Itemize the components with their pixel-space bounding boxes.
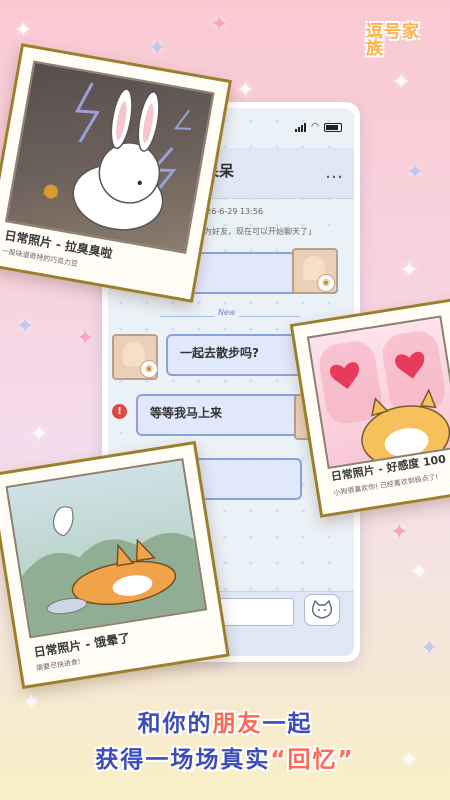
sparkle-icon: ✦ <box>16 314 35 339</box>
status-bar: ◠ <box>295 122 342 132</box>
tagline-line-2: 获得一场场真实“回忆” <box>0 742 450 778</box>
polaroid-photo <box>5 458 208 639</box>
sparkle-icon: ✦ <box>14 18 33 43</box>
message-bubble[interactable]: 等等我马上来 <box>136 394 302 436</box>
sparkle-icon: ✦ <box>420 636 439 661</box>
battery-icon <box>324 123 342 132</box>
polaroid-photo <box>306 315 450 470</box>
app-logo: 逗号家族 <box>366 16 436 66</box>
signal-icon <box>295 123 307 132</box>
pet-badge-icon: ◉ <box>317 274 335 292</box>
sparkle-icon: ✦ <box>76 326 95 351</box>
sparkle-icon: ✦ <box>148 36 167 61</box>
sparkle-icon: ✦ <box>210 12 229 37</box>
tagline-text: 获得一场场真实 <box>95 747 271 773</box>
tagline-highlight: “回忆” <box>270 747 355 773</box>
wifi-icon: ◠ <box>311 122 319 132</box>
pet-badge-icon: ◉ <box>140 360 158 378</box>
sparkle-icon: ✦ <box>406 160 425 185</box>
message-text: 等等我马上来 <box>150 406 223 420</box>
message-text: 一起去散步吗? <box>180 346 259 360</box>
tagline-text: 一起 <box>262 711 313 737</box>
sparkle-icon: ✦ <box>410 560 429 585</box>
tagline-line-1: 和你的朋友一起 <box>0 706 450 742</box>
sparkle-icon: ✦ <box>390 520 409 545</box>
sparkle-icon: ✦ <box>30 422 49 447</box>
sparkle-icon: ✦ <box>400 258 419 283</box>
divider-label: New <box>214 308 240 317</box>
polaroid-card[interactable]: 日常照片 - 拉臭臭啦 一股味道奇特的巧克力豆 <box>0 43 232 303</box>
cat-face-icon[interactable] <box>304 594 340 626</box>
logo-text: 逗号家族 <box>366 22 420 59</box>
tagline: 和你的朋友一起 获得一场场真实“回忆” <box>0 706 450 778</box>
sparkle-icon: ✦ <box>236 78 255 103</box>
polaroid-photo <box>4 60 215 254</box>
tagline-highlight: 朋友 <box>212 711 263 737</box>
polaroid-card[interactable]: 日常照片 - 饿晕了 需要尽快进食! <box>0 440 230 690</box>
system-message: 加为好友，现在可以开始聊天了」 <box>196 227 316 236</box>
more-options-button[interactable]: … <box>325 162 344 183</box>
sparkle-icon: ✦ <box>392 70 411 95</box>
error-icon[interactable]: ! <box>112 404 127 419</box>
tagline-text: 和你的 <box>137 711 213 737</box>
